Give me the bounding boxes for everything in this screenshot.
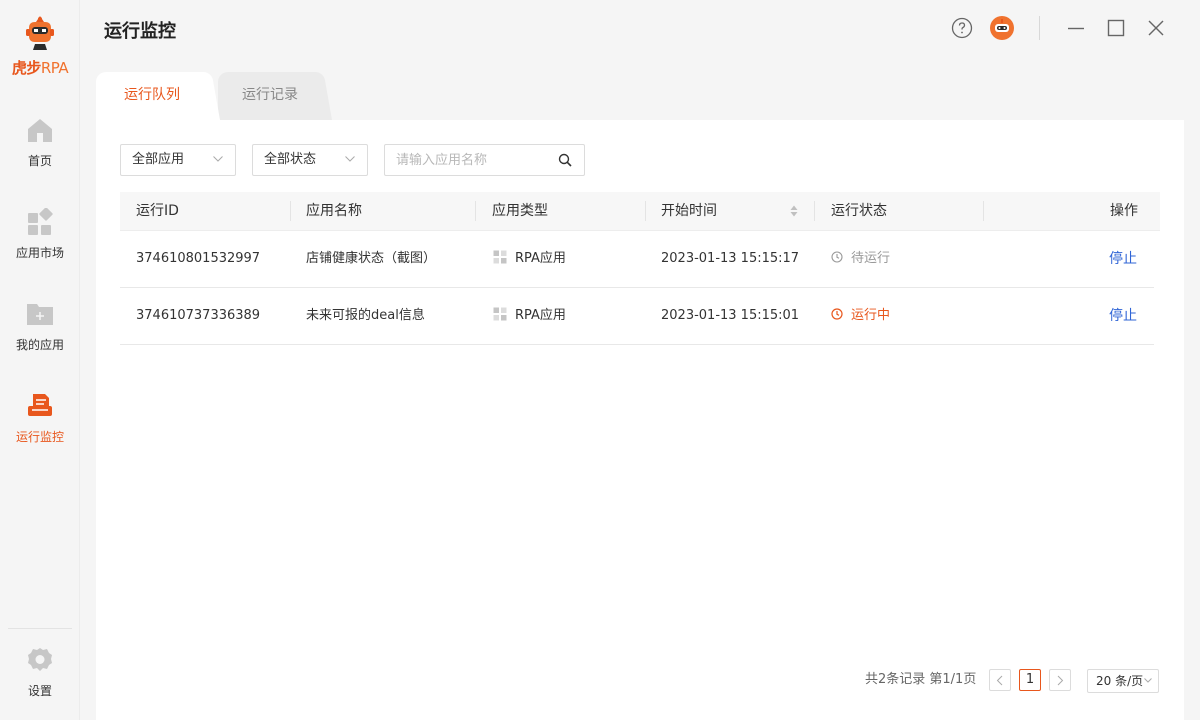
sidebar-item-monitor[interactable]: 运行监控	[0, 392, 80, 445]
sidebar-item-settings[interactable]: 设置	[0, 646, 80, 699]
clock-icon	[831, 251, 843, 263]
cell-run-status-label: 运行中	[851, 308, 891, 323]
cell-start-time: 2023-01-13 15:15:17	[661, 251, 800, 266]
app-filter-value: 全部应用	[132, 152, 185, 167]
chevron-down-icon	[213, 156, 223, 162]
table-row: 374610737336389 未来可报的deal信息 RPA应用 2023-0…	[120, 288, 1154, 345]
sidebar-item-label: 我的应用	[15, 338, 64, 352]
column-header-run-id: 运行ID	[136, 203, 179, 219]
column-separator	[645, 201, 646, 221]
column-separator	[475, 201, 476, 221]
sidebar-item-my-apps[interactable]: 我的应用	[0, 300, 80, 353]
app-filter-select[interactable]: 全部应用	[120, 144, 236, 176]
sidebar-item-label: 运行监控	[15, 430, 64, 444]
cell-app-name: 未来可报的deal信息	[306, 308, 425, 323]
column-header-app-name: 应用名称	[306, 203, 362, 219]
page-size-select[interactable]: 20 条/页	[1087, 669, 1159, 693]
column-header-run-status: 运行状态	[831, 203, 887, 219]
app-market-icon	[28, 208, 53, 235]
table-header: 运行ID 应用名称 应用类型 开始时间 运行状态 操作	[120, 192, 1160, 231]
prev-page-button[interactable]	[989, 669, 1011, 691]
status-filter-value: 全部状态	[264, 152, 317, 167]
cell-run-id: 374610801532997	[136, 251, 261, 266]
logo-wordmark: 虎步RPA	[11, 59, 69, 77]
page-size-value: 20 条/页	[1096, 674, 1144, 688]
minimize-icon[interactable]	[1064, 16, 1088, 40]
tiger-robot-logo-icon	[26, 16, 54, 50]
robot-avatar-icon[interactable]	[990, 16, 1014, 40]
sidebar-item-home[interactable]: 首页	[0, 116, 80, 169]
tab-run-queue[interactable]: 运行队列	[96, 72, 208, 120]
sidebar-item-app-market[interactable]: 应用市场	[0, 208, 80, 261]
column-separator	[814, 201, 815, 221]
chevron-down-icon	[345, 156, 355, 162]
column-header-start-time[interactable]: 开始时间	[661, 192, 717, 230]
page-number-current[interactable]: 1	[1019, 669, 1041, 691]
app-type-icon	[493, 250, 507, 264]
folder-add-icon	[27, 304, 53, 325]
chevron-right-icon	[1057, 675, 1064, 686]
cell-run-status: 待运行	[831, 231, 890, 287]
sidebar-item-label: 首页	[27, 154, 52, 168]
chevron-left-icon	[996, 675, 1003, 686]
stop-button[interactable]: 停止	[1109, 231, 1137, 287]
close-icon[interactable]	[1144, 16, 1168, 40]
cell-app-type: RPA应用	[493, 231, 566, 287]
cell-app-type: RPA应用	[493, 288, 566, 344]
column-separator	[290, 201, 291, 221]
tab-run-records[interactable]: 运行记录	[218, 72, 322, 120]
chevron-down-icon	[1144, 678, 1152, 683]
cell-run-id: 374610737336389	[136, 308, 261, 323]
app-logo: 虎步RPA	[0, 16, 80, 78]
sidebar-divider	[8, 628, 72, 629]
monitor-icon	[28, 394, 52, 416]
app-type-icon	[493, 307, 507, 321]
search-icon[interactable]	[558, 153, 572, 167]
cell-app-type-label: RPA应用	[515, 251, 566, 266]
cell-run-status-label: 待运行	[851, 251, 891, 266]
status-filter-select[interactable]: 全部状态	[252, 144, 368, 176]
table-row: 374610801532997 店铺健康状态（截图） RPA应用 2023-01…	[120, 231, 1154, 288]
app-search-input[interactable]	[385, 145, 545, 175]
cell-app-type-label: RPA应用	[515, 308, 566, 323]
sidebar-item-label: 设置	[27, 684, 52, 698]
app-search-box	[384, 144, 585, 176]
column-header-actions: 操作	[1110, 203, 1138, 219]
sort-icon[interactable]	[790, 204, 798, 218]
home-icon	[28, 119, 52, 142]
stop-button[interactable]: 停止	[1109, 288, 1137, 344]
column-header-app-type: 应用类型	[492, 203, 548, 219]
page-title: 运行监控	[104, 21, 176, 42]
next-page-button[interactable]	[1049, 669, 1071, 691]
cell-run-status: 运行中	[831, 288, 890, 344]
cell-app-name: 店铺健康状态（截图）	[306, 251, 437, 266]
sidebar: 虎步RPA 首页 应用市场 我的应用 运行监控 设置	[0, 0, 80, 720]
help-icon[interactable]	[950, 16, 974, 40]
column-separator	[983, 201, 984, 221]
cell-start-time: 2023-01-13 15:15:01	[661, 308, 800, 323]
main-panel: 全部应用 全部状态 运行ID 应用名称 应用类型 开始时间 运行状态 操作 37…	[96, 120, 1184, 720]
gear-icon	[28, 648, 52, 671]
header-divider	[1039, 16, 1040, 40]
pagination-summary: 共2条记录 第1/1页	[865, 672, 977, 687]
maximize-icon[interactable]	[1104, 16, 1128, 40]
clock-icon	[831, 308, 843, 320]
sidebar-item-label: 应用市场	[15, 246, 64, 260]
